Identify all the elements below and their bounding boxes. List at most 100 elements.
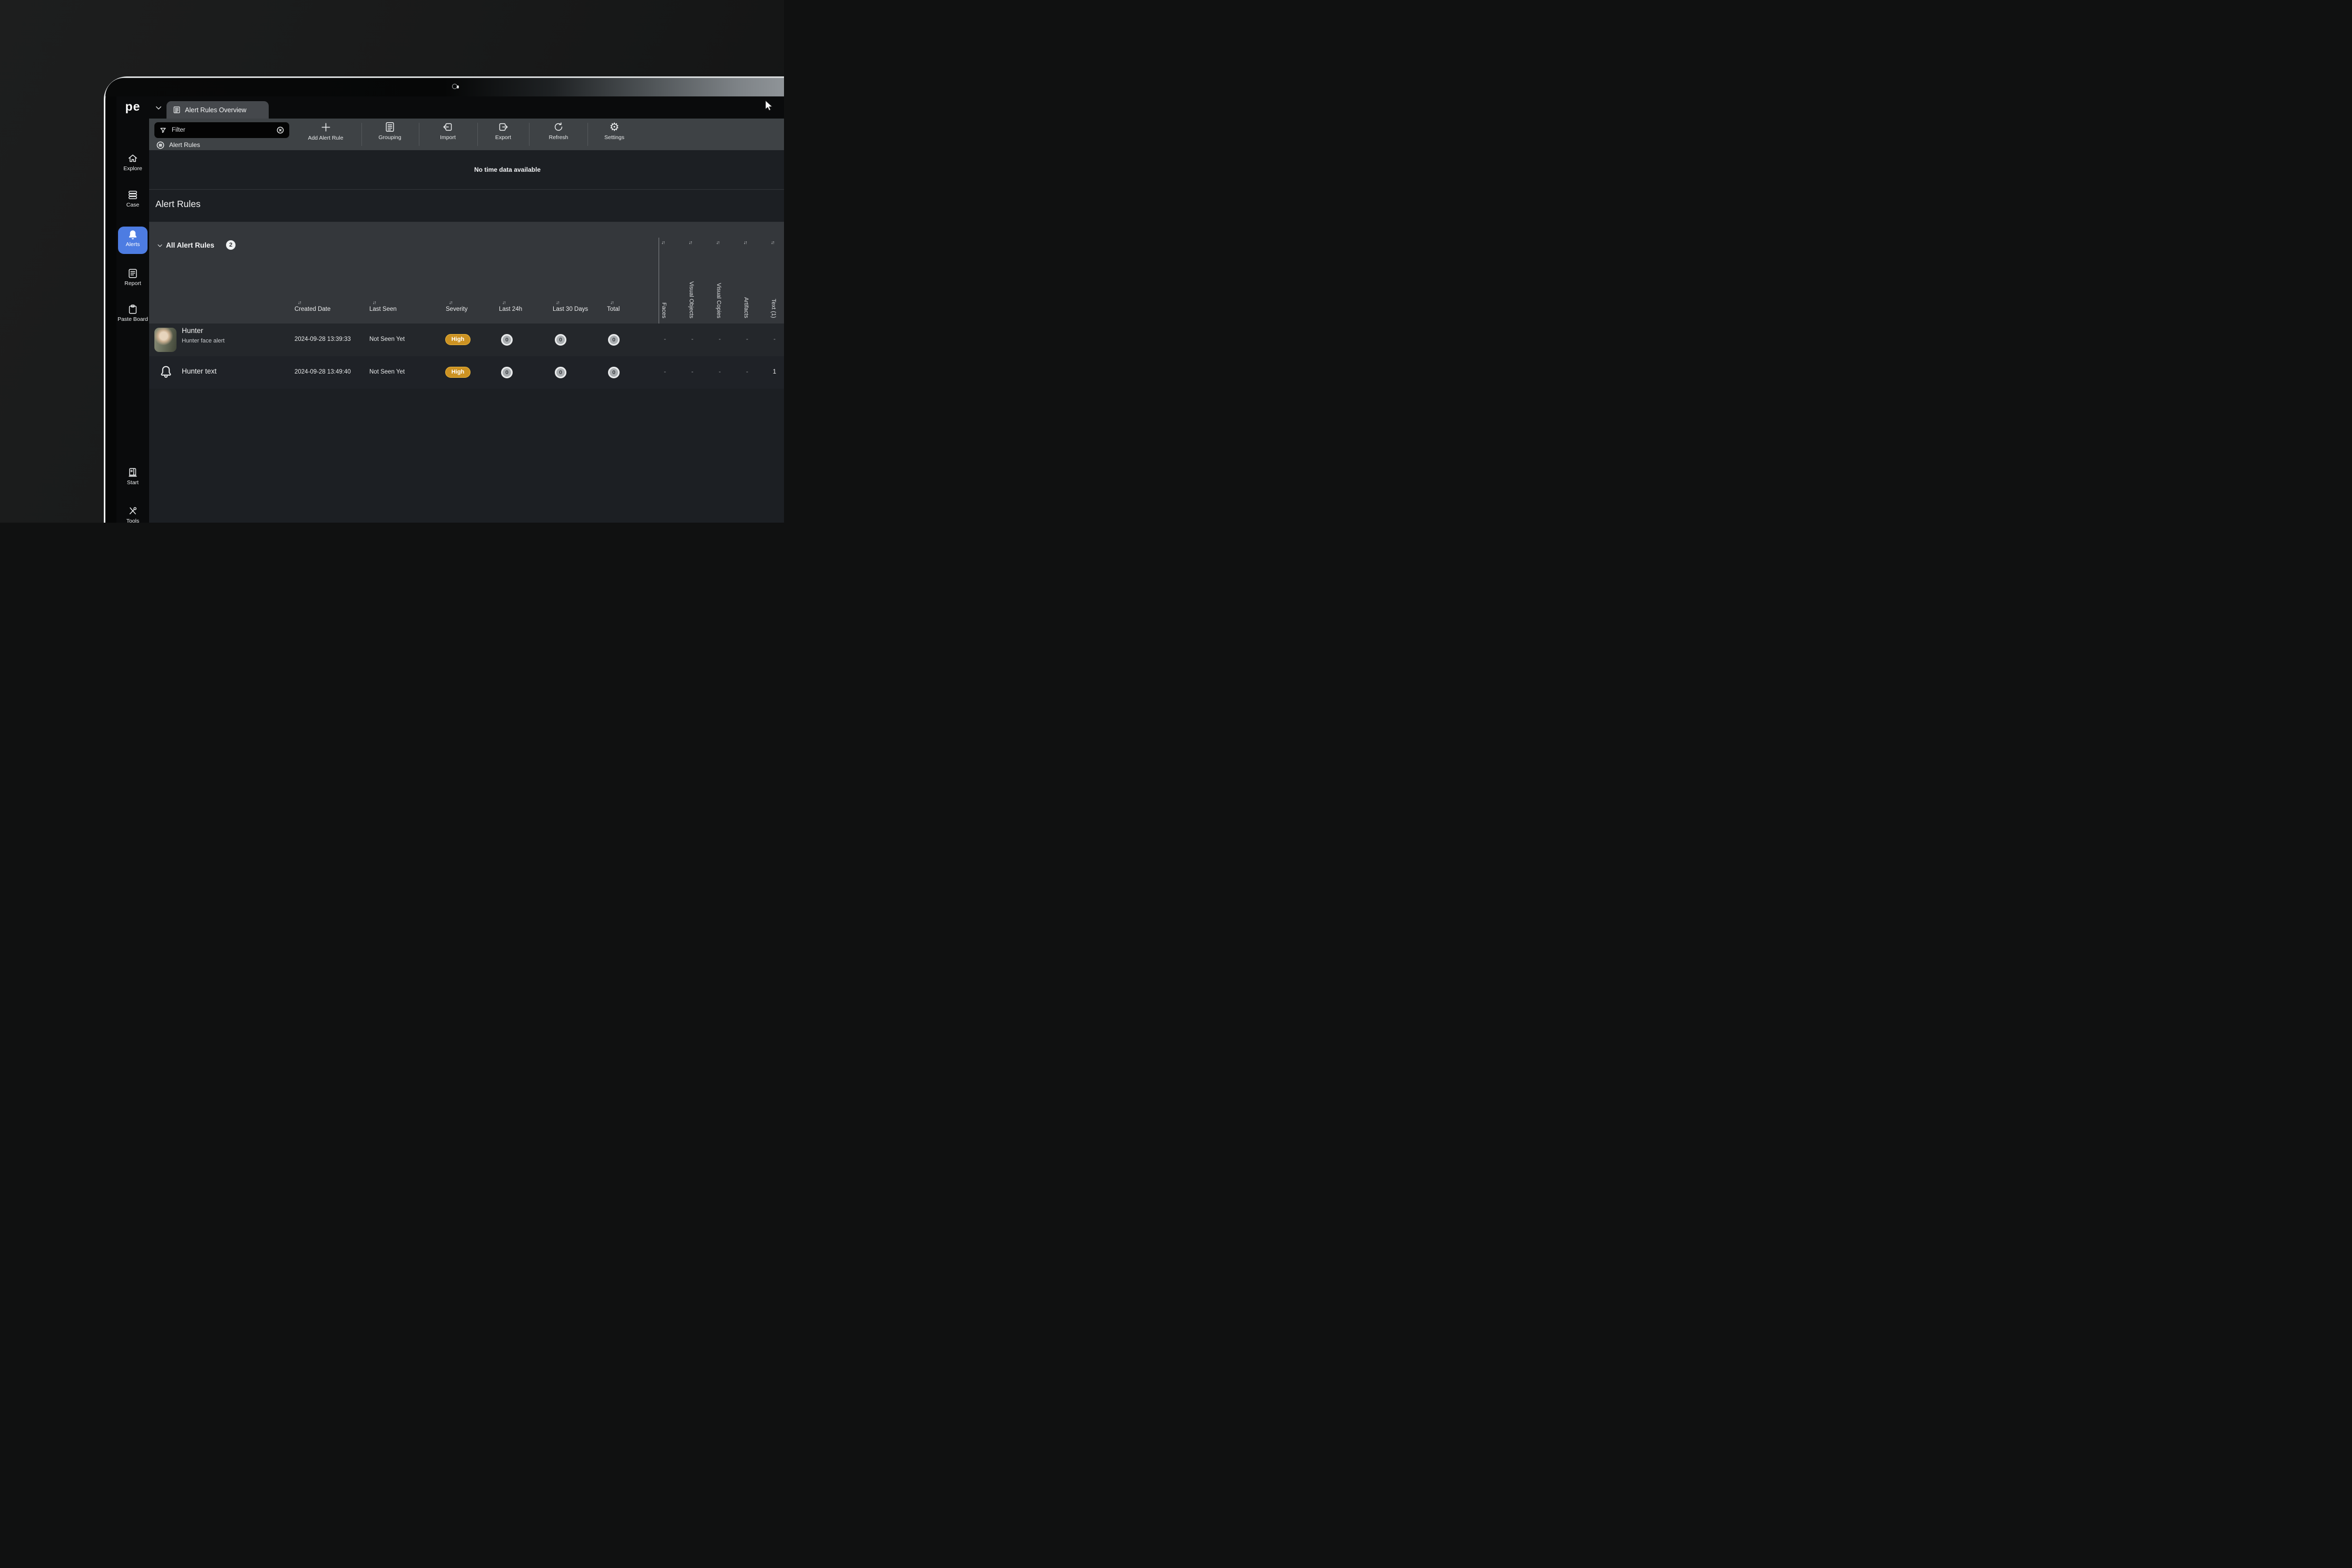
list-icon — [173, 106, 181, 114]
column-header-faces[interactable]: Faces — [661, 302, 667, 318]
column-header-last-30-days[interactable]: Last 30 Days — [553, 306, 588, 312]
clear-filter-icon[interactable] — [277, 126, 284, 134]
refresh-button[interactable]: Refresh — [530, 121, 587, 141]
sort-icon[interactable] — [661, 240, 664, 245]
column-header-last-seen[interactable]: Last Seen — [369, 306, 397, 312]
sidebar-item-start[interactable]: Start — [116, 467, 149, 486]
column-header-text[interactable]: Text (1) — [770, 299, 777, 318]
bell-outline-icon — [158, 364, 174, 380]
sidebar-item-label: Paste Board — [116, 316, 149, 322]
view-selector-label: Alert Rules — [169, 141, 200, 149]
view-selector[interactable]: Alert Rules — [154, 140, 293, 150]
sort-icon[interactable] — [373, 300, 376, 305]
import-button[interactable]: Import — [419, 121, 477, 141]
add-alert-rule-button[interactable]: Add Alert Rule — [297, 121, 355, 141]
cell-visual-copies: - — [716, 336, 724, 342]
sidebar-item-alerts[interactable]: Alerts — [118, 227, 148, 254]
sidebar-item-report[interactable]: Report — [116, 268, 149, 287]
sidebar-item-tools[interactable]: Tools — [116, 505, 149, 523]
gear-icon: ⚙ — [610, 121, 620, 133]
sidebar-item-label: Alerts — [118, 241, 148, 248]
sort-icon[interactable] — [689, 240, 692, 245]
sort-icon[interactable] — [449, 300, 452, 305]
cell-visual-copies: - — [716, 369, 724, 375]
sidebar-item-case[interactable]: Case — [116, 189, 149, 208]
cell-created-date: 2024-09-28 13:39:33 — [295, 336, 351, 342]
cell-last-seen: Not Seen Yet — [369, 369, 405, 375]
cell-text: 1 — [770, 369, 779, 375]
tab-bar: Alert Rules Overview — [149, 96, 784, 119]
filter-box — [154, 122, 289, 138]
report-icon — [127, 268, 139, 279]
mouse-cursor — [765, 100, 775, 113]
section-divider — [149, 189, 784, 190]
stack-icon — [127, 189, 139, 201]
tools-icon — [127, 505, 139, 517]
count-badge-last-24h: 0 — [501, 367, 513, 378]
column-header-severity[interactable]: Severity — [446, 306, 468, 312]
cell-visual-objects: - — [688, 336, 697, 342]
cell-visual-objects: - — [688, 369, 697, 375]
sidebar-item-paste-board[interactable]: Paste Board — [116, 303, 149, 322]
sort-icon[interactable] — [716, 240, 719, 245]
home-icon — [127, 153, 139, 164]
sidebar-item-label: Explore — [116, 165, 149, 172]
refresh-icon — [553, 121, 564, 133]
export-button[interactable]: Export — [474, 121, 532, 141]
import-icon — [442, 121, 454, 133]
cell-text: - — [770, 336, 779, 342]
filter-input[interactable] — [171, 126, 272, 134]
export-icon — [497, 121, 509, 133]
filter-icon — [160, 127, 166, 134]
cell-faces: - — [661, 336, 669, 342]
cell-artifacts: - — [743, 369, 751, 375]
clipboard-icon — [127, 303, 139, 315]
bell-icon — [126, 229, 139, 241]
group-label[interactable]: All Alert Rules — [166, 241, 214, 249]
sidebar-item-label: Start — [116, 479, 149, 486]
count-badge-last-30-days: 0 — [555, 334, 566, 346]
chevron-down-icon[interactable] — [154, 104, 163, 112]
count-badge-total: 0 — [608, 367, 620, 378]
count-badge-total: 0 — [608, 334, 620, 346]
cell-last-seen: Not Seen Yet — [369, 336, 405, 342]
sort-icon[interactable] — [771, 240, 774, 245]
sort-icon[interactable] — [502, 300, 505, 305]
app-logo: pe — [116, 100, 149, 114]
column-header-created-date[interactable]: Created Date — [295, 306, 330, 312]
sidebar-item-label: Tools — [116, 518, 149, 523]
sort-icon[interactable] — [743, 240, 747, 245]
settings-button[interactable]: ⚙ Settings — [585, 121, 643, 141]
column-header-visual-copies[interactable]: Visual Copies — [716, 283, 722, 318]
page-title: Alert Rules — [155, 199, 201, 210]
sidebar-item-label: Report — [116, 280, 149, 287]
column-header-total[interactable]: Total — [607, 306, 620, 312]
cell-faces: - — [661, 369, 669, 375]
sidebar-item-label: Case — [116, 202, 149, 208]
sort-icon[interactable] — [556, 300, 559, 305]
column-header-artifacts[interactable]: Artifacts — [743, 297, 749, 318]
tab-alert-rules-overview[interactable]: Alert Rules Overview — [166, 101, 269, 119]
monitor: pe Explore Case Alerts Report — [104, 76, 784, 523]
sidebar: pe Explore Case Alerts Report — [116, 96, 149, 523]
column-header-last-24h[interactable]: Last 24h — [499, 306, 522, 312]
cell-created-date: 2024-09-28 13:49:40 — [295, 369, 351, 375]
count-badge-last-24h: 0 — [501, 334, 513, 346]
webcam-icon — [452, 84, 457, 89]
photo-background: pe Explore Case Alerts Report — [0, 0, 784, 523]
sort-icon[interactable] — [298, 300, 301, 305]
cell-artifacts: - — [743, 336, 751, 342]
group-count-badge: 2 — [226, 240, 236, 250]
grouping-icon — [384, 121, 396, 133]
book-icon — [127, 467, 139, 478]
sort-icon[interactable] — [610, 300, 613, 305]
app-screen: pe Explore Case Alerts Report — [116, 96, 784, 523]
column-header-visual-objects[interactable]: Visual Objects — [688, 281, 694, 318]
timeline-empty-message: No time data available — [420, 166, 594, 173]
severity-badge: High — [445, 334, 471, 345]
severity-badge: High — [445, 367, 471, 378]
sidebar-item-explore[interactable]: Explore — [116, 153, 149, 172]
rule-description: Hunter face alert — [182, 338, 224, 344]
group-collapse-chevron-icon[interactable] — [156, 242, 163, 249]
grouping-button[interactable]: Grouping — [361, 121, 419, 141]
